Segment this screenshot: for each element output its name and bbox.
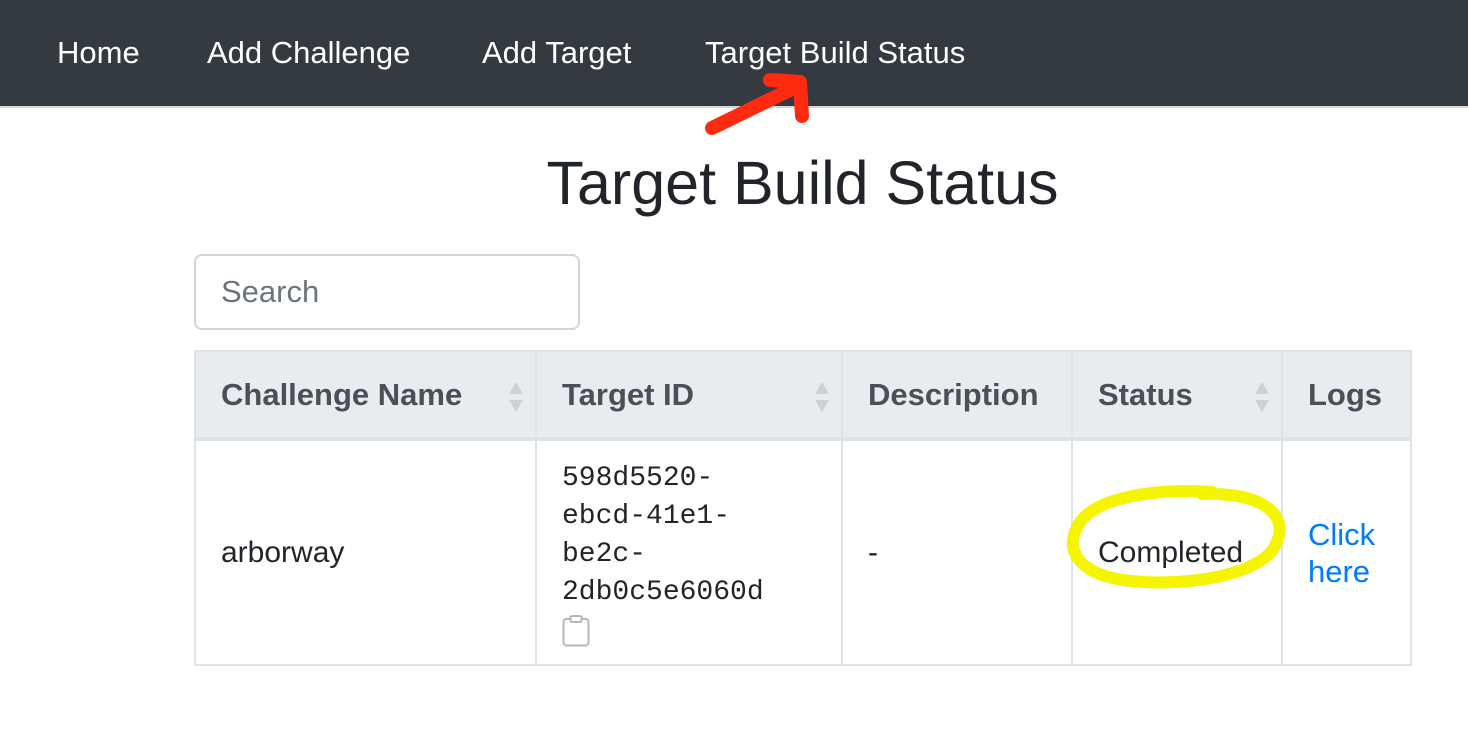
nav-home-link[interactable]: Home: [57, 32, 140, 74]
column-header-label: Status: [1098, 376, 1193, 412]
column-header-description: Description: [841, 350, 1073, 441]
cell-challenge-name: arborway: [194, 438, 537, 666]
column-header-label: Logs: [1308, 376, 1383, 412]
search-input[interactable]: [194, 254, 580, 330]
column-header-label: Target ID: [562, 376, 695, 412]
column-header-label: Challenge Name: [221, 376, 463, 412]
sort-icon[interactable]: [509, 382, 523, 412]
nav-add-target-link[interactable]: Add Target: [482, 32, 631, 74]
column-header-logs: Logs: [1281, 350, 1412, 441]
table-header-row: Challenge Name Target ID Description Sta…: [194, 350, 1412, 441]
status-text: Completed: [1098, 535, 1244, 569]
sort-icon[interactable]: [815, 382, 829, 412]
nav-add-challenge-link[interactable]: Add Challenge: [207, 32, 410, 74]
column-header-target-id[interactable]: Target ID: [535, 350, 843, 441]
cell-description: -: [841, 438, 1073, 666]
sort-icon[interactable]: [1255, 382, 1269, 412]
build-status-table: Challenge Name Target ID Description Sta…: [194, 350, 1412, 666]
nav-target-build-status-link[interactable]: Target Build Status: [705, 32, 965, 74]
column-header-challenge-name[interactable]: Challenge Name: [194, 350, 537, 441]
top-navbar: Home Add Challenge Add Target Target Bui…: [0, 0, 1468, 108]
logs-link[interactable]: Click here: [1308, 516, 1385, 590]
target-id-text: 598d5520- ebcd-41e1- be2c- 2db0c5e6060d: [562, 462, 764, 608]
cell-status: Completed: [1071, 438, 1283, 666]
column-header-status[interactable]: Status: [1071, 350, 1283, 441]
clipboard-icon[interactable]: [562, 614, 590, 647]
column-header-label: Description: [868, 376, 1039, 412]
page-title: Target Build Status: [546, 149, 1059, 217]
table-row: arborway 598d5520- ebcd-41e1- be2c- 2db0…: [194, 438, 1412, 666]
cell-target-id: 598d5520- ebcd-41e1- be2c- 2db0c5e6060d: [535, 438, 843, 666]
cell-logs: Click here: [1281, 438, 1412, 666]
